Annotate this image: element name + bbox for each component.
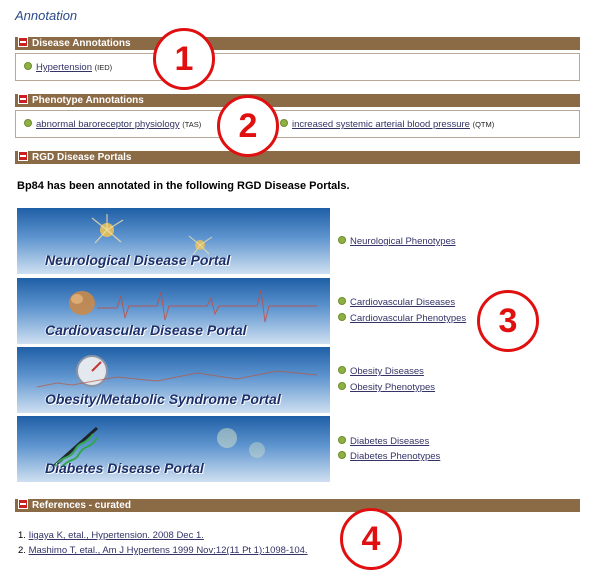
section-title: Disease Annotations bbox=[32, 38, 131, 49]
reference-link[interactable]: Mashimo T, etal., Am J Hypertens 1999 No… bbox=[29, 545, 308, 556]
bullet-icon bbox=[338, 451, 346, 459]
bullet-icon bbox=[338, 236, 346, 244]
annotation-link[interactable]: increased systemic arterial blood pressu… bbox=[292, 119, 470, 130]
disease-annotations-header[interactable]: Disease Annotations bbox=[15, 37, 580, 50]
bullet-icon bbox=[338, 313, 346, 321]
obesity-portal-banner[interactable]: Obesity/Metabolic Syndrome Portal bbox=[17, 347, 330, 413]
banner-label: Neurological Disease Portal bbox=[45, 252, 231, 268]
annotation-item: Hypertension (IED) bbox=[24, 62, 112, 73]
banner-label: Diabetes Disease Portal bbox=[45, 460, 204, 476]
diabetes-phenotypes-link[interactable]: Diabetes Phenotypes bbox=[350, 451, 440, 462]
bullet-icon bbox=[280, 119, 288, 127]
reference-number: 2. bbox=[18, 545, 26, 556]
obesity-phenotypes-link[interactable]: Obesity Phenotypes bbox=[350, 382, 435, 393]
collapse-icon[interactable] bbox=[18, 94, 28, 104]
portal-link-item: Diabetes Diseases bbox=[338, 436, 429, 447]
portal-link-item: Neurological Phenotypes bbox=[338, 236, 456, 247]
disease-portals-header[interactable]: RGD Disease Portals bbox=[15, 151, 580, 164]
cardiovascular-diseases-link[interactable]: Cardiovascular Diseases bbox=[350, 297, 455, 308]
annotation-item: increased systemic arterial blood pressu… bbox=[280, 119, 494, 130]
neurological-portal-banner[interactable]: Neurological Disease Portal bbox=[17, 208, 330, 274]
section-title: Phenotype Annotations bbox=[32, 95, 144, 106]
portal-link-item: Obesity Diseases bbox=[338, 366, 424, 377]
portal-link-item: Cardiovascular Diseases bbox=[338, 297, 455, 308]
annotation-link[interactable]: abnormal baroreceptor physiology bbox=[36, 119, 180, 130]
reference-item: 1. Iigaya K, etal., Hypertension. 2008 D… bbox=[18, 530, 204, 541]
portals-intro: Bp84 has been annotated in the following… bbox=[17, 180, 350, 192]
portal-link-item: Obesity Phenotypes bbox=[338, 382, 435, 393]
bullet-icon bbox=[338, 366, 346, 374]
references-header[interactable]: References - curated bbox=[15, 499, 580, 512]
bullet-icon bbox=[338, 297, 346, 305]
diabetes-portal-banner[interactable]: Diabetes Disease Portal bbox=[17, 416, 330, 482]
diabetes-diseases-link[interactable]: Diabetes Diseases bbox=[350, 436, 429, 447]
bullet-icon bbox=[338, 436, 346, 444]
evidence-code: (IED) bbox=[94, 63, 113, 72]
cardiovascular-portal-banner[interactable]: Cardiovascular Disease Portal bbox=[17, 278, 330, 344]
obesity-diseases-link[interactable]: Obesity Diseases bbox=[350, 366, 424, 377]
callout-4: 4 bbox=[340, 508, 402, 570]
disease-annotations-box: Hypertension (IED) bbox=[15, 53, 580, 81]
reference-link[interactable]: Iigaya K, etal., Hypertension. 2008 Dec … bbox=[29, 530, 204, 541]
evidence-code: (TAS) bbox=[182, 120, 202, 129]
portal-link-item: Diabetes Phenotypes bbox=[338, 451, 440, 462]
bullet-icon bbox=[24, 62, 32, 70]
banner-label: Obesity/Metabolic Syndrome Portal bbox=[45, 391, 281, 407]
portal-link-item: Cardiovascular Phenotypes bbox=[338, 313, 466, 324]
collapse-icon[interactable] bbox=[18, 499, 28, 509]
section-title: References - curated bbox=[32, 500, 131, 511]
evidence-code: (QTM) bbox=[472, 120, 495, 129]
annotation-item: abnormal baroreceptor physiology (TAS) bbox=[24, 119, 201, 130]
callout-2: 2 bbox=[217, 95, 279, 157]
callout-1: 1 bbox=[153, 28, 215, 90]
callout-3: 3 bbox=[477, 290, 539, 352]
collapse-icon[interactable] bbox=[18, 151, 28, 161]
phenotype-annotations-box: abnormal baroreceptor physiology (TAS) i… bbox=[15, 110, 580, 138]
phenotype-annotations-header[interactable]: Phenotype Annotations bbox=[15, 94, 580, 107]
bullet-icon bbox=[338, 382, 346, 390]
banner-label: Cardiovascular Disease Portal bbox=[45, 322, 247, 338]
bullet-icon bbox=[24, 119, 32, 127]
section-title: RGD Disease Portals bbox=[32, 152, 132, 163]
reference-number: 1. bbox=[18, 530, 26, 541]
collapse-icon[interactable] bbox=[18, 37, 28, 47]
page-title: Annotation bbox=[15, 8, 78, 23]
cardiovascular-phenotypes-link[interactable]: Cardiovascular Phenotypes bbox=[350, 313, 466, 324]
annotation-link[interactable]: Hypertension bbox=[36, 62, 92, 73]
neurological-phenotypes-link[interactable]: Neurological Phenotypes bbox=[350, 236, 456, 247]
reference-item: 2. Mashimo T, etal., Am J Hypertens 1999… bbox=[18, 545, 308, 556]
